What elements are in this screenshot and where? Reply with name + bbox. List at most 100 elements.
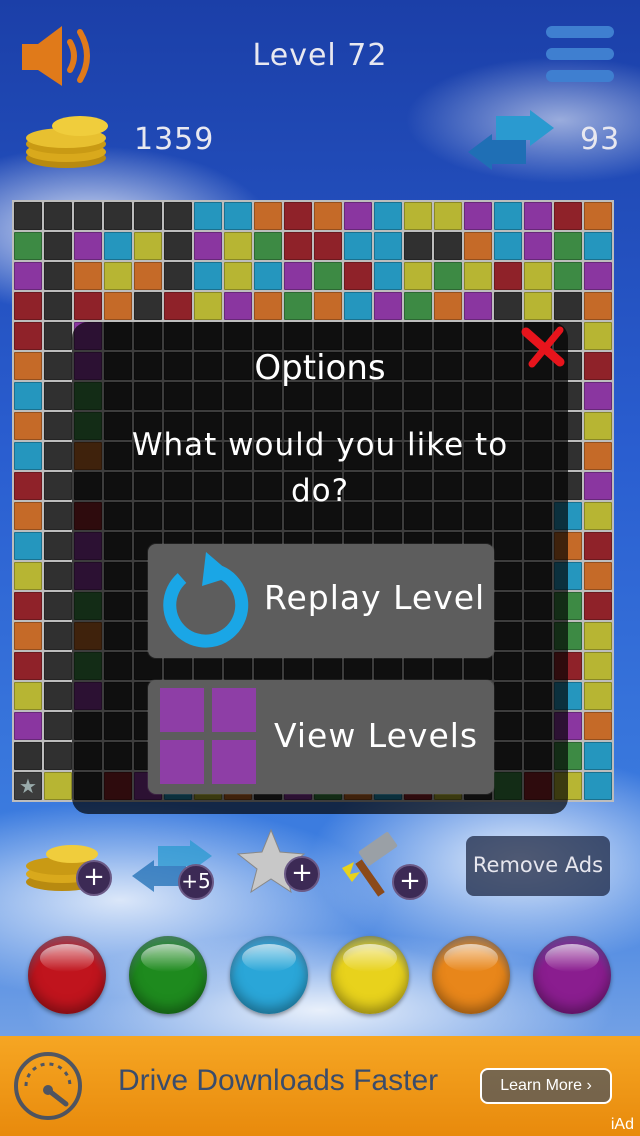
buy-star-button[interactable]: +	[236, 828, 326, 898]
board-tile[interactable]	[584, 712, 612, 740]
board-tile[interactable]	[44, 592, 72, 620]
star-tile[interactable]: ★	[14, 772, 42, 800]
board-tile[interactable]	[494, 262, 522, 290]
board-tile[interactable]	[584, 442, 612, 470]
board-tile[interactable]	[464, 232, 492, 260]
board-tile[interactable]	[434, 262, 462, 290]
board-tile[interactable]	[14, 532, 42, 560]
board-tile[interactable]	[14, 622, 42, 650]
board-tile[interactable]	[224, 202, 252, 230]
board-tile[interactable]	[224, 262, 252, 290]
board-tile[interactable]	[584, 562, 612, 590]
board-tile[interactable]	[104, 262, 132, 290]
board-tile[interactable]	[44, 382, 72, 410]
board-tile[interactable]	[584, 232, 612, 260]
board-tile[interactable]	[464, 292, 492, 320]
board-tile[interactable]	[164, 202, 192, 230]
menu-button[interactable]	[544, 24, 616, 84]
board-tile[interactable]	[74, 292, 102, 320]
board-tile[interactable]	[44, 712, 72, 740]
board-tile[interactable]	[194, 232, 222, 260]
buy-swaps-button[interactable]: +5	[130, 840, 220, 900]
learn-more-button[interactable]: Learn More ›	[480, 1068, 612, 1104]
board-tile[interactable]	[14, 652, 42, 680]
board-tile[interactable]	[434, 292, 462, 320]
board-tile[interactable]	[224, 232, 252, 260]
board-tile[interactable]	[14, 202, 42, 230]
board-tile[interactable]	[314, 262, 342, 290]
board-tile[interactable]	[44, 622, 72, 650]
board-tile[interactable]	[584, 292, 612, 320]
board-tile[interactable]	[584, 592, 612, 620]
board-tile[interactable]	[14, 232, 42, 260]
board-tile[interactable]	[44, 742, 72, 770]
board-tile[interactable]	[554, 232, 582, 260]
board-tile[interactable]	[284, 202, 312, 230]
board-tile[interactable]	[14, 562, 42, 590]
board-tile[interactable]	[44, 472, 72, 500]
green-ball[interactable]	[129, 936, 207, 1014]
board-tile[interactable]	[254, 202, 282, 230]
board-tile[interactable]	[584, 472, 612, 500]
board-tile[interactable]	[584, 382, 612, 410]
board-tile[interactable]	[374, 232, 402, 260]
board-tile[interactable]	[584, 502, 612, 530]
board-tile[interactable]	[14, 442, 42, 470]
board-tile[interactable]	[374, 262, 402, 290]
board-tile[interactable]	[44, 232, 72, 260]
board-tile[interactable]	[104, 202, 132, 230]
board-tile[interactable]	[74, 262, 102, 290]
board-tile[interactable]	[44, 412, 72, 440]
board-tile[interactable]	[494, 232, 522, 260]
board-tile[interactable]	[314, 232, 342, 260]
board-tile[interactable]	[554, 262, 582, 290]
board-tile[interactable]	[164, 292, 192, 320]
board-tile[interactable]	[584, 622, 612, 650]
board-tile[interactable]	[194, 262, 222, 290]
board-tile[interactable]	[14, 682, 42, 710]
view-levels-button[interactable]: View Levels	[148, 680, 494, 794]
board-tile[interactable]	[44, 682, 72, 710]
board-tile[interactable]	[14, 742, 42, 770]
board-tile[interactable]	[254, 232, 282, 260]
board-tile[interactable]	[14, 502, 42, 530]
board-tile[interactable]	[464, 262, 492, 290]
board-tile[interactable]	[134, 262, 162, 290]
board-tile[interactable]	[404, 262, 432, 290]
board-tile[interactable]	[344, 232, 372, 260]
board-tile[interactable]	[584, 352, 612, 380]
board-tile[interactable]	[74, 202, 102, 230]
yellow-ball[interactable]	[331, 936, 409, 1014]
board-tile[interactable]	[434, 202, 462, 230]
board-tile[interactable]	[554, 292, 582, 320]
board-tile[interactable]	[584, 202, 612, 230]
board-tile[interactable]	[44, 292, 72, 320]
replay-level-button[interactable]: Replay Level	[148, 544, 494, 658]
board-tile[interactable]	[584, 652, 612, 680]
board-tile[interactable]	[134, 232, 162, 260]
board-tile[interactable]	[134, 292, 162, 320]
board-tile[interactable]	[404, 232, 432, 260]
board-tile[interactable]	[44, 562, 72, 590]
board-tile[interactable]	[284, 292, 312, 320]
board-tile[interactable]	[44, 262, 72, 290]
board-tile[interactable]	[14, 382, 42, 410]
board-tile[interactable]	[524, 202, 552, 230]
board-tile[interactable]	[194, 292, 222, 320]
board-tile[interactable]	[14, 262, 42, 290]
board-tile[interactable]	[224, 292, 252, 320]
board-tile[interactable]	[524, 262, 552, 290]
purple-ball[interactable]	[533, 936, 611, 1014]
board-tile[interactable]	[524, 292, 552, 320]
board-tile[interactable]	[464, 202, 492, 230]
board-tile[interactable]	[584, 532, 612, 560]
board-tile[interactable]	[44, 502, 72, 530]
board-tile[interactable]	[44, 652, 72, 680]
orange-ball[interactable]	[432, 936, 510, 1014]
board-tile[interactable]	[404, 202, 432, 230]
board-tile[interactable]	[584, 412, 612, 440]
blue-ball[interactable]	[230, 936, 308, 1014]
board-tile[interactable]	[584, 682, 612, 710]
buy-hammer-button[interactable]: +	[338, 832, 430, 902]
board-tile[interactable]	[164, 262, 192, 290]
